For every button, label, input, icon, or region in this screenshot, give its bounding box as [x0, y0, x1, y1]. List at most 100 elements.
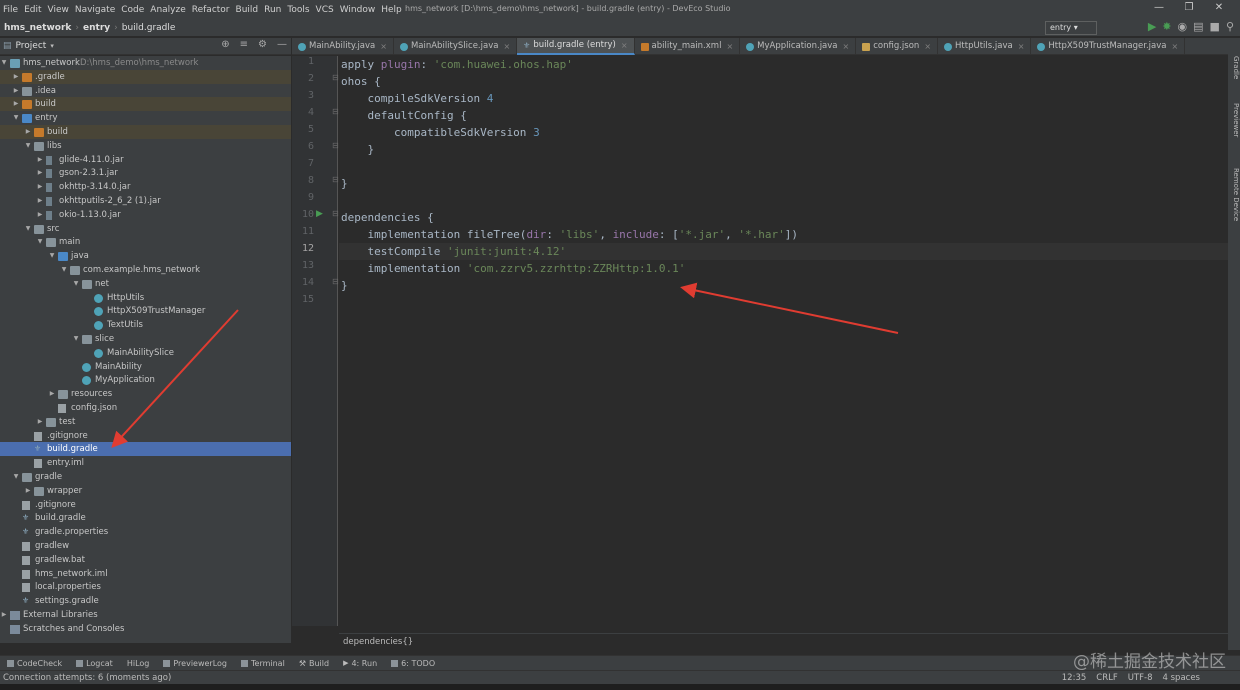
chevron-right-icon[interactable]: ▶: [12, 97, 20, 111]
tree-item[interactable]: ▼ net: [0, 277, 291, 291]
tree-item[interactable]: HttpUtils: [0, 291, 291, 305]
close-icon[interactable]: ✕: [1204, 2, 1234, 13]
menu-analyze[interactable]: Analyze: [147, 5, 188, 15]
tree-item[interactable]: ▶ wrapper: [0, 484, 291, 498]
menu-file[interactable]: File: [0, 5, 21, 15]
tree-item[interactable]: ▶ okio-1.13.0.jar: [0, 208, 291, 222]
chevron-down-icon[interactable]: ▼: [60, 263, 68, 277]
previewerlog-tool-button[interactable]: PreviewerLog: [156, 659, 234, 668]
run-tool-button[interactable]: ▶ 4: Run: [336, 659, 384, 668]
chevron-down-icon[interactable]: ▼: [0, 56, 8, 70]
menu-navigate[interactable]: Navigate: [72, 5, 118, 15]
chevron-down-icon[interactable]: ▼: [24, 139, 32, 153]
tree-item[interactable]: .gitignore: [0, 429, 291, 443]
chevron-down-icon[interactable]: ▼: [36, 235, 44, 249]
tree-item[interactable]: MainAbilitySlice: [0, 346, 291, 360]
tree-item[interactable]: ▼ main: [0, 235, 291, 249]
tree-item[interactable]: ▼ hms_network D:\hms_demo\hms_network: [0, 56, 291, 70]
tree-item[interactable]: ▼ entry: [0, 111, 291, 125]
tree-item[interactable]: MyApplication: [0, 373, 291, 387]
tree-item[interactable]: ▶ test: [0, 415, 291, 429]
code-editor[interactable]: apply plugin: 'com.huawei.ohos.hap' ohos…: [339, 56, 1228, 626]
tree-item[interactable]: MainAbility: [0, 360, 291, 374]
menu-help[interactable]: Help: [378, 5, 405, 15]
editor-gutter[interactable]: 1 2 3 4 5 6 7 8 9 10 11 12 13 14 15 ▶ ⊟ …: [292, 56, 339, 626]
tree-item[interactable]: ▼ src: [0, 222, 291, 236]
tree-item[interactable]: TextUtils: [0, 318, 291, 332]
breadcrumb-project[interactable]: hms_network: [0, 23, 75, 33]
tree-item[interactable]: Scratches and Consoles: [0, 622, 291, 636]
tree-item[interactable]: ⚜ gradle.properties: [0, 525, 291, 539]
tree-item[interactable]: gradlew: [0, 539, 291, 553]
tree-item[interactable]: ▼ gradle: [0, 470, 291, 484]
chevron-down-icon[interactable]: ▼: [12, 111, 20, 125]
locate-file-icon[interactable]: ⊕: [221, 39, 229, 50]
close-icon[interactable]: ×: [621, 37, 628, 54]
tree-item[interactable]: ▶ .gradle: [0, 69, 291, 84]
chevron-right-icon[interactable]: ▶: [0, 608, 8, 622]
breadcrumb-module[interactable]: entry: [79, 23, 114, 33]
tree-item[interactable]: ▶ glide-4.11.0.jar: [0, 153, 291, 167]
chevron-right-icon[interactable]: ▶: [36, 166, 44, 180]
tree-item[interactable]: ▶ .idea: [0, 84, 291, 98]
tab-build-gradle[interactable]: ⚜ build.gradle (entry) ×: [517, 37, 635, 55]
chevron-down-icon[interactable]: ▾: [46, 42, 54, 50]
debug-icon[interactable]: ✸: [1162, 20, 1171, 33]
chevron-right-icon[interactable]: ▶: [36, 194, 44, 208]
tree-item[interactable]: .gitignore: [0, 498, 291, 512]
chevron-right-icon[interactable]: ▶: [36, 153, 44, 167]
run-configuration-select[interactable]: entry ▾: [1045, 21, 1097, 35]
status-message[interactable]: Connection attempts: 6 (moments ago): [3, 671, 171, 685]
tree-item[interactable]: ⚜ build.gradle: [0, 511, 291, 525]
tab-config-json[interactable]: config.json ×: [856, 38, 939, 55]
minimize-icon[interactable]: —: [1144, 2, 1174, 13]
file-encoding[interactable]: UTF-8: [1128, 671, 1153, 685]
hilog-tool-button[interactable]: HiLog: [120, 659, 157, 668]
tab-ability-main-xml[interactable]: ability_main.xml ×: [635, 38, 741, 55]
gear-icon[interactable]: ⚙: [258, 39, 267, 50]
tree-item[interactable]: ▶ build: [0, 97, 291, 112]
remote-device-tool-button[interactable]: Remote Device: [1228, 168, 1240, 221]
gradle-tool-button[interactable]: Gradle: [1228, 56, 1240, 79]
chevron-down-icon[interactable]: ▼: [72, 277, 80, 291]
chevron-right-icon[interactable]: ▶: [24, 125, 32, 139]
tree-item[interactable]: gradlew.bat: [0, 553, 291, 567]
terminal-tool-button[interactable]: Terminal: [234, 659, 292, 668]
project-view-select[interactable]: Project: [12, 41, 47, 51]
caret-position[interactable]: 12:35: [1062, 671, 1087, 685]
breadcrumb-file[interactable]: build.gradle: [118, 23, 180, 33]
menu-code[interactable]: Code: [118, 5, 147, 15]
fold-marker-icon[interactable]: ⊟: [332, 277, 339, 286]
fold-marker-icon[interactable]: ⊟: [332, 107, 339, 116]
chevron-right-icon[interactable]: ▶: [12, 84, 20, 98]
tree-item[interactable]: local.properties: [0, 580, 291, 594]
tree-item[interactable]: entry.iml: [0, 456, 291, 470]
codecheck-tool-button[interactable]: CodeCheck: [0, 659, 69, 668]
menu-window[interactable]: Window: [337, 5, 379, 15]
tab-myapplication[interactable]: MyApplication.java ×: [740, 38, 857, 55]
search-icon[interactable]: ⚲: [1226, 20, 1234, 33]
menu-view[interactable]: View: [45, 5, 72, 15]
hide-panel-icon[interactable]: —: [277, 39, 287, 50]
tab-mainability[interactable]: MainAbility.java ×: [292, 38, 394, 55]
line-separator[interactable]: CRLF: [1096, 671, 1117, 685]
close-icon[interactable]: ×: [726, 38, 733, 55]
fold-marker-icon[interactable]: ⊟: [332, 175, 339, 184]
close-icon[interactable]: ×: [1018, 38, 1025, 55]
collapse-all-icon[interactable]: ≡: [240, 39, 248, 50]
tab-httpx509trustmanager[interactable]: HttpX509TrustManager.java ×: [1031, 38, 1186, 55]
tree-item[interactable]: ▶ External Libraries: [0, 608, 291, 622]
tab-mainabilityslice[interactable]: MainAbilitySlice.java ×: [394, 38, 518, 55]
tree-item[interactable]: ▼ slice: [0, 332, 291, 346]
chevron-down-icon[interactable]: ▼: [48, 249, 56, 263]
menu-run[interactable]: Run: [261, 5, 284, 15]
tree-item[interactable]: config.json: [0, 401, 291, 415]
menu-tools[interactable]: Tools: [284, 5, 312, 15]
tree-item[interactable]: ▶ okhttputils-2_6_2 (1).jar: [0, 194, 291, 208]
tree-item[interactable]: ▶ resources: [0, 387, 291, 401]
tree-item[interactable]: HttpX509TrustManager: [0, 304, 291, 318]
fold-marker-icon[interactable]: ⊟: [332, 209, 339, 218]
tab-httputils[interactable]: HttpUtils.java ×: [938, 38, 1032, 55]
chevron-down-icon[interactable]: ▼: [72, 332, 80, 346]
chevron-right-icon[interactable]: ▶: [12, 70, 20, 84]
